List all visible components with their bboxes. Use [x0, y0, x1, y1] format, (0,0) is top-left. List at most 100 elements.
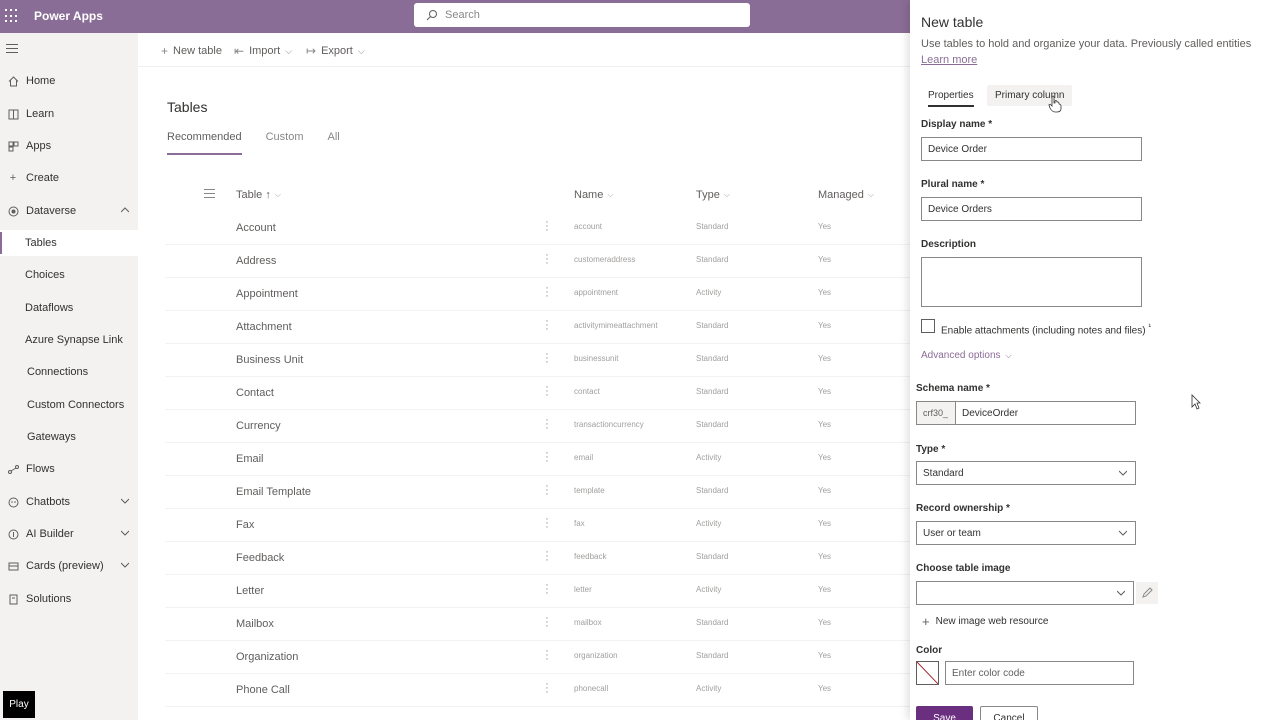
- advanced-options-toggle[interactable]: Advanced options ⌵: [921, 350, 1012, 361]
- chevron-down-icon: ⌵: [867, 190, 874, 199]
- cancel-button[interactable]: Cancel: [980, 706, 1038, 720]
- table-row[interactable]: Phone Call phonecall Activity Yes · · ·: [165, 674, 910, 707]
- search-box[interactable]: Search: [414, 3, 750, 27]
- sidebar-item-learn[interactable]: Learn: [0, 101, 138, 127]
- export-button[interactable]: ↦ Export ⌵: [306, 44, 365, 58]
- sidebar-item-solutions[interactable]: Solutions: [0, 586, 138, 612]
- sidebar-item-tables[interactable]: Tables: [0, 230, 138, 256]
- sidebar-item-choices[interactable]: Choices: [0, 262, 138, 288]
- sidebar-item-ai-builder[interactable]: AI Builder: [0, 521, 138, 547]
- type-select[interactable]: Standard: [916, 461, 1136, 485]
- table-image-select[interactable]: [916, 581, 1134, 605]
- sidebar-item-connections[interactable]: Connections: [0, 359, 138, 385]
- chevron-down-icon: [1119, 530, 1127, 536]
- chevron-down-icon[interactable]: [121, 561, 129, 569]
- chevron-down-icon: ⌵: [723, 190, 730, 199]
- sidebar-item-custom-connectors[interactable]: Custom Connectors: [0, 392, 138, 418]
- table-row[interactable]: Business Unit businessunit Standard Yes · · ·: [165, 344, 910, 377]
- tab-properties[interactable]: Properties: [928, 90, 974, 107]
- display-name-field[interactable]: Device Order: [921, 137, 1142, 161]
- table-row[interactable]: Email Template template Standard Yes · · ·: [165, 476, 910, 509]
- schema-name-field[interactable]: DeviceOrder: [955, 401, 1136, 425]
- plus-icon: +: [161, 44, 169, 58]
- sidebar-item-apps[interactable]: Apps: [0, 133, 138, 159]
- row-table-name: Phone Call: [236, 684, 290, 696]
- more-options-icon[interactable]: · · ·: [545, 250, 549, 269]
- table-row[interactable]: Feedback feedback Standard Yes · · ·: [165, 542, 910, 575]
- search-icon: [426, 10, 437, 21]
- table-row[interactable]: Organization organization Standard Yes · · ·: [165, 641, 910, 674]
- column-header-type[interactable]: Type ⌵: [696, 189, 730, 201]
- table-row[interactable]: Mailbox mailbox Standard Yes · · ·: [165, 608, 910, 641]
- sidebar-item-dataverse[interactable]: Dataverse: [0, 198, 138, 224]
- more-options-icon[interactable]: · · ·: [545, 679, 549, 698]
- tab-custom[interactable]: Custom: [266, 131, 304, 155]
- learn-more-link[interactable]: Learn more: [921, 54, 977, 66]
- sidebar-item-dataflows[interactable]: Dataflows: [0, 295, 138, 321]
- more-options-icon[interactable]: · · ·: [545, 547, 549, 566]
- table-row[interactable]: Address customeraddress Standard Yes · · ·: [165, 245, 910, 278]
- more-options-icon[interactable]: · · ·: [545, 382, 549, 401]
- save-button[interactable]: Save: [916, 706, 973, 720]
- new-table-button[interactable]: + New table: [161, 44, 222, 58]
- plural-name-field[interactable]: Device Orders: [921, 197, 1142, 221]
- sidebar-item-home[interactable]: Home: [0, 68, 138, 94]
- column-header-table[interactable]: Table ↑ ⌵: [236, 189, 281, 201]
- sidebar-item-cards[interactable]: Cards (preview): [0, 553, 138, 579]
- tab-recommended[interactable]: Recommended: [167, 131, 242, 155]
- color-swatch[interactable]: [916, 661, 939, 685]
- row-type: Standard: [696, 486, 729, 495]
- chevron-down-icon[interactable]: [121, 497, 129, 505]
- hamburger-icon[interactable]: [6, 44, 18, 54]
- row-table-name: Feedback: [236, 552, 285, 564]
- more-options-icon[interactable]: · · ·: [545, 217, 549, 236]
- table-row[interactable]: Letter letter Activity Yes · · ·: [165, 575, 910, 608]
- row-managed: Yes: [818, 222, 832, 231]
- chevron-down-icon[interactable]: [121, 529, 129, 537]
- search-input[interactable]: Search: [445, 9, 480, 21]
- table-row[interactable]: Contact contact Standard Yes · · ·: [165, 377, 910, 410]
- new-image-web-resource-button[interactable]: + New image web resource: [922, 614, 1048, 629]
- sidebar-item-gateways[interactable]: Gateways: [0, 424, 138, 450]
- table-row[interactable]: Account account Standard Yes · · ·: [165, 212, 910, 245]
- record-ownership-select[interactable]: User or team: [916, 521, 1136, 545]
- sidebar-item-flows[interactable]: Flows: [0, 456, 138, 482]
- table-row[interactable]: Email email Activity Yes · · ·: [165, 443, 910, 476]
- table-row[interactable]: Currency transactioncurrency Standard Yes · ·…: [165, 410, 910, 443]
- more-options-icon[interactable]: · · ·: [545, 514, 549, 533]
- row-table-name: Account: [236, 222, 276, 234]
- play-button[interactable]: Play: [3, 691, 35, 718]
- row-system-name: businessunit: [574, 354, 619, 363]
- app-title[interactable]: Power Apps: [34, 9, 103, 23]
- chevron-up-icon[interactable]: [121, 206, 129, 214]
- edit-image-button[interactable]: [1136, 582, 1158, 604]
- tab-all[interactable]: All: [328, 131, 340, 155]
- more-options-icon[interactable]: · · ·: [545, 415, 549, 434]
- enable-attachments-checkbox[interactable]: [921, 319, 935, 333]
- column-header-name[interactable]: Name ⌵: [574, 189, 613, 201]
- more-options-icon[interactable]: · · ·: [545, 349, 549, 368]
- more-options-icon[interactable]: · · ·: [545, 316, 549, 335]
- row-table-name: Email Template: [236, 486, 311, 498]
- import-button[interactable]: ⇤ Import ⌵: [234, 44, 292, 58]
- more-options-icon[interactable]: · · ·: [545, 481, 549, 500]
- sidebar-item-chatbots[interactable]: Chatbots: [0, 489, 138, 515]
- app-launcher-icon[interactable]: [5, 9, 19, 23]
- sidebar-item-label: Azure Synapse Link: [25, 334, 123, 346]
- row-table-name: Letter: [236, 585, 265, 597]
- sidebar-item-create[interactable]: + Create: [0, 165, 138, 191]
- color-code-input[interactable]: Enter color code: [945, 661, 1134, 685]
- table-row[interactable]: Attachment activitymimeattachment Standard…: [165, 311, 910, 344]
- type-label: Type *: [916, 444, 946, 455]
- more-options-icon[interactable]: · · ·: [545, 646, 549, 665]
- more-options-icon[interactable]: · · ·: [545, 283, 549, 302]
- more-options-icon[interactable]: · · ·: [545, 448, 549, 467]
- column-header-managed[interactable]: Managed ⌵: [818, 189, 874, 201]
- sidebar-item-azure-synapse-link[interactable]: Azure Synapse Link: [0, 327, 138, 353]
- description-textarea[interactable]: [921, 257, 1142, 307]
- list-view-icon[interactable]: [204, 189, 215, 199]
- more-options-icon[interactable]: · · ·: [545, 613, 549, 632]
- table-row[interactable]: Fax fax Activity Yes · · ·: [165, 509, 910, 542]
- more-options-icon[interactable]: · · ·: [545, 580, 549, 599]
- table-row[interactable]: Appointment appointment Activity Yes · · ·: [165, 278, 910, 311]
